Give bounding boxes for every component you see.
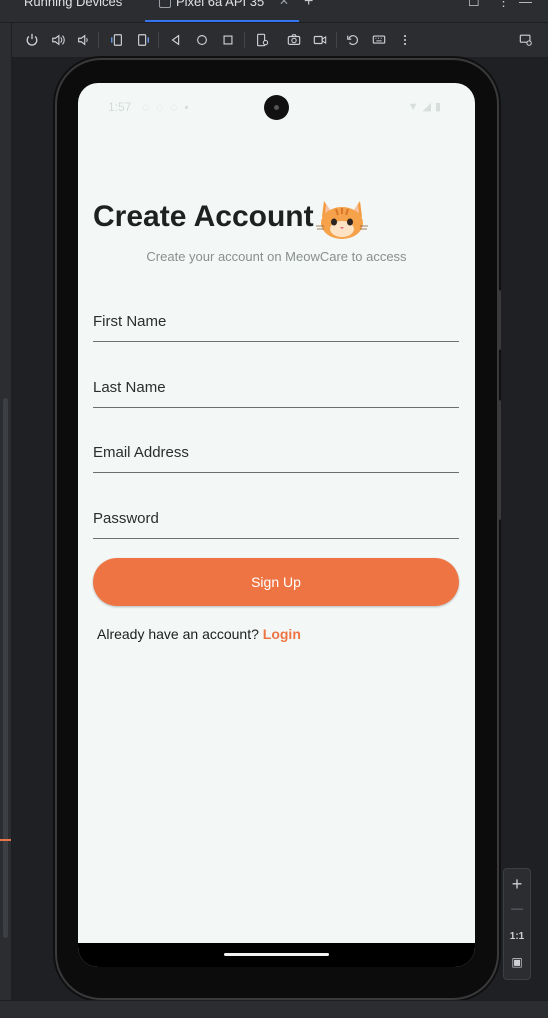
overview-icon[interactable]: [219, 31, 237, 49]
device-toolbar: [12, 23, 548, 58]
volume-up-icon[interactable]: [49, 31, 67, 49]
first-name-field[interactable]: [93, 301, 459, 342]
panel-title: Running Devices: [24, 0, 123, 9]
close-icon[interactable]: ✕: [279, 0, 289, 8]
keyboard-icon[interactable]: [370, 31, 388, 49]
screenshot-icon[interactable]: [285, 31, 303, 49]
more-icon[interactable]: [396, 31, 414, 49]
home-gesture-handle[interactable]: [224, 953, 329, 956]
fit-screen-icon[interactable]: ▣: [504, 955, 530, 969]
login-link[interactable]: Login: [263, 626, 301, 642]
email-field[interactable]: [93, 432, 459, 473]
status-time: 1:57: [108, 100, 132, 114]
reset-icon[interactable]: [344, 31, 362, 49]
maximize-icon[interactable]: ☐: [468, 0, 480, 10]
password-field[interactable]: [93, 498, 459, 539]
status-strip: [0, 1000, 548, 1018]
screen-record-icon[interactable]: [311, 31, 329, 49]
rotate-right-icon[interactable]: [134, 31, 152, 49]
toolbar-divider: [98, 32, 99, 48]
tab-device[interactable]: Pixel 6a API 35 ✕: [145, 0, 299, 22]
toolbar-divider: [244, 32, 245, 48]
phone-side-button: [497, 290, 501, 350]
new-tab-button[interactable]: +: [304, 0, 313, 11]
volume-down-icon[interactable]: [74, 31, 92, 49]
page-subtitle: Create your account on MeowCare to acces…: [146, 249, 407, 264]
email-input[interactable]: [93, 432, 459, 472]
device-icon: [159, 0, 171, 8]
left-gutter: [0, 23, 12, 1000]
power-icon[interactable]: [23, 31, 41, 49]
zoom-controls: + — 1:1 ▣: [503, 868, 531, 980]
tool-window-tabbar: Running Devices Pixel 6a API 35 ✕ + ☐ ⋮ …: [0, 0, 548, 23]
navigation-bar: [78, 943, 475, 967]
gutter-marker: [0, 839, 11, 841]
last-name-input[interactable]: [93, 367, 459, 407]
display-icon[interactable]: [517, 31, 535, 49]
zoom-in-button[interactable]: +: [504, 874, 530, 895]
sign-up-button[interactable]: Sign Up: [93, 558, 459, 606]
minimize-icon[interactable]: —: [519, 0, 532, 9]
last-name-field[interactable]: [93, 367, 459, 408]
scrollbar[interactable]: [3, 398, 8, 938]
login-prompt-row: Already have an account? Login: [97, 626, 301, 642]
cat-icon: [316, 201, 368, 239]
rotate-left-icon[interactable]: [108, 31, 126, 49]
login-prompt-text: Already have an account?: [97, 626, 259, 642]
password-input[interactable]: [93, 498, 459, 538]
device-settings-icon[interactable]: [253, 31, 271, 49]
toolbar-divider: [336, 32, 337, 48]
camera-icon: [264, 95, 289, 120]
phone-screen[interactable]: 1:57 ◌◌◌▪ ▼◢▮ Create Account Create your…: [78, 83, 475, 967]
wifi-battery-icon: ▼◢▮: [407, 101, 445, 113]
first-name-input[interactable]: [93, 301, 459, 341]
home-icon[interactable]: [193, 31, 211, 49]
tab-device-label: Pixel 6a API 35: [176, 0, 265, 9]
page-title: Create Account: [93, 200, 314, 233]
options-icon[interactable]: ⋮: [497, 0, 510, 10]
zoom-out-button[interactable]: —: [504, 901, 530, 915]
toolbar-divider: [158, 32, 159, 48]
actual-size-button[interactable]: 1:1: [504, 931, 530, 942]
phone-side-button: [497, 400, 501, 520]
status-bar: 1:57 ◌◌◌▪ ▼◢▮: [78, 83, 475, 131]
back-icon[interactable]: [167, 31, 185, 49]
notification-icons: ◌◌◌▪: [142, 100, 196, 114]
